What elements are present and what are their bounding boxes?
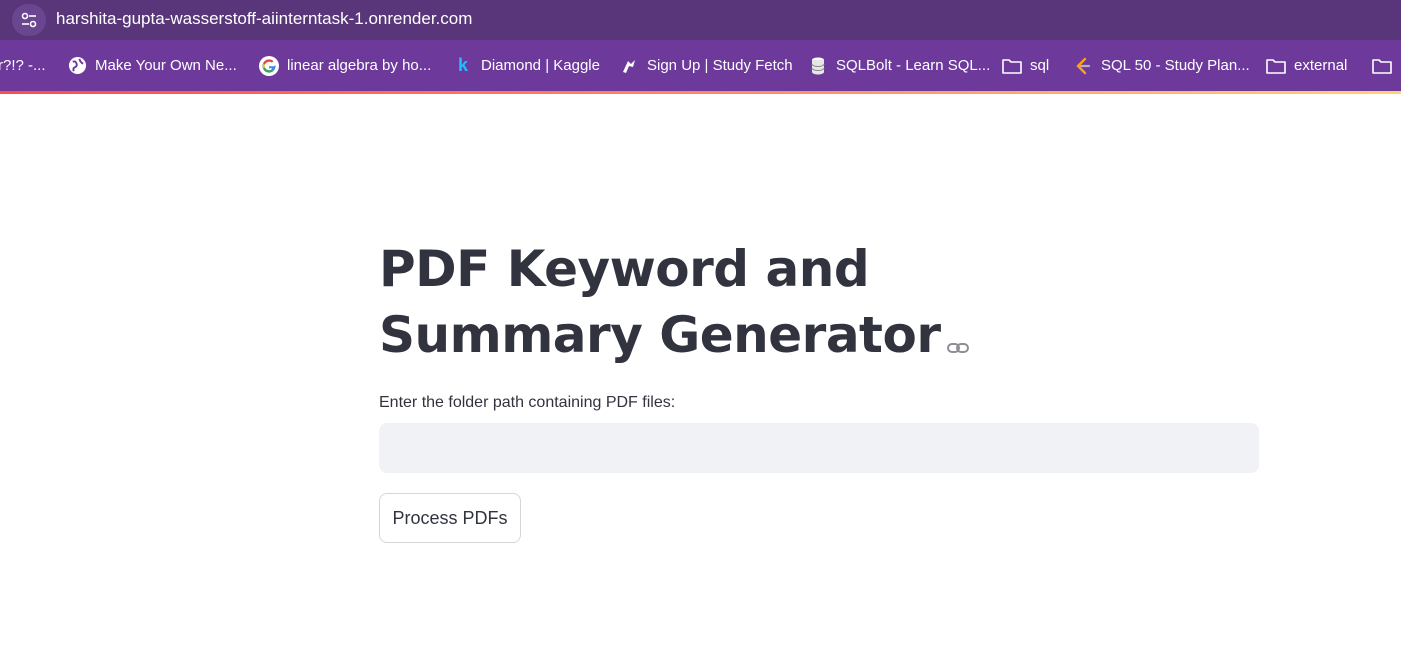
google-icon	[259, 55, 279, 76]
folder-path-input[interactable]	[379, 423, 1259, 473]
bookmark-label: SQLBolt - Learn SQL...	[836, 57, 991, 74]
bookmark-item[interactable]	[1372, 40, 1400, 91]
bookmarks-bar: r?!? -... Make Your Own Ne... linear alg…	[0, 40, 1401, 91]
bookmark-item[interactable]: linear algebra by ho...	[259, 40, 431, 91]
bookmark-label: Make Your Own Ne...	[95, 57, 237, 74]
leetcode-icon	[1073, 56, 1093, 76]
bookmark-item[interactable]: sql	[1002, 40, 1049, 91]
kaggle-icon: k	[457, 55, 468, 75]
globe-icon	[67, 56, 87, 76]
bookmark-label: sql	[1030, 57, 1050, 74]
tune-icon	[21, 12, 37, 28]
bookmark-label: Sign Up | Study Fetch	[647, 57, 793, 74]
bookmark-item[interactable]: SQL 50 - Study Plan...	[1073, 40, 1250, 91]
folder-icon	[1266, 56, 1286, 76]
bookmark-item[interactable]: r?!? -...	[0, 40, 46, 91]
page-title: PDF Keyword and Summary Generator	[379, 236, 1139, 372]
process-pdfs-button[interactable]: Process PDFs	[379, 493, 521, 543]
studyfetch-icon	[619, 56, 639, 76]
bookmark-label: Diamond | Kaggle	[481, 57, 600, 74]
url-text[interactable]: harshita-gupta-wasserstoff-aiinterntask-…	[56, 9, 472, 29]
bookmark-item[interactable]: external	[1266, 40, 1347, 91]
bookmark-label: external	[1294, 57, 1348, 74]
folder-icon	[1372, 56, 1392, 76]
bookmark-item[interactable]: Sign Up | Study Fetch	[619, 40, 793, 91]
bookmark-item[interactable]: k Diamond | Kaggle	[453, 40, 600, 91]
bookmark-label: SQL 50 - Study Plan...	[1101, 57, 1250, 74]
link-icon[interactable]	[946, 306, 970, 372]
database-icon	[808, 56, 828, 76]
folder-icon	[1002, 56, 1022, 76]
bookmark-item[interactable]: Make Your Own Ne...	[67, 40, 237, 91]
folder-path-label: Enter the folder path containing PDF fil…	[379, 394, 676, 411]
address-bar: harshita-gupta-wasserstoff-aiinterntask-…	[0, 0, 1401, 40]
site-info-button[interactable]	[12, 4, 46, 36]
app-header-decoration	[0, 91, 1401, 94]
page-title-text: PDF Keyword and Summary Generator	[379, 240, 941, 364]
bookmark-label: linear algebra by ho...	[287, 57, 432, 74]
bookmark-label: r?!? -...	[0, 57, 46, 74]
bookmark-item[interactable]: SQLBolt - Learn SQL...	[808, 40, 990, 91]
